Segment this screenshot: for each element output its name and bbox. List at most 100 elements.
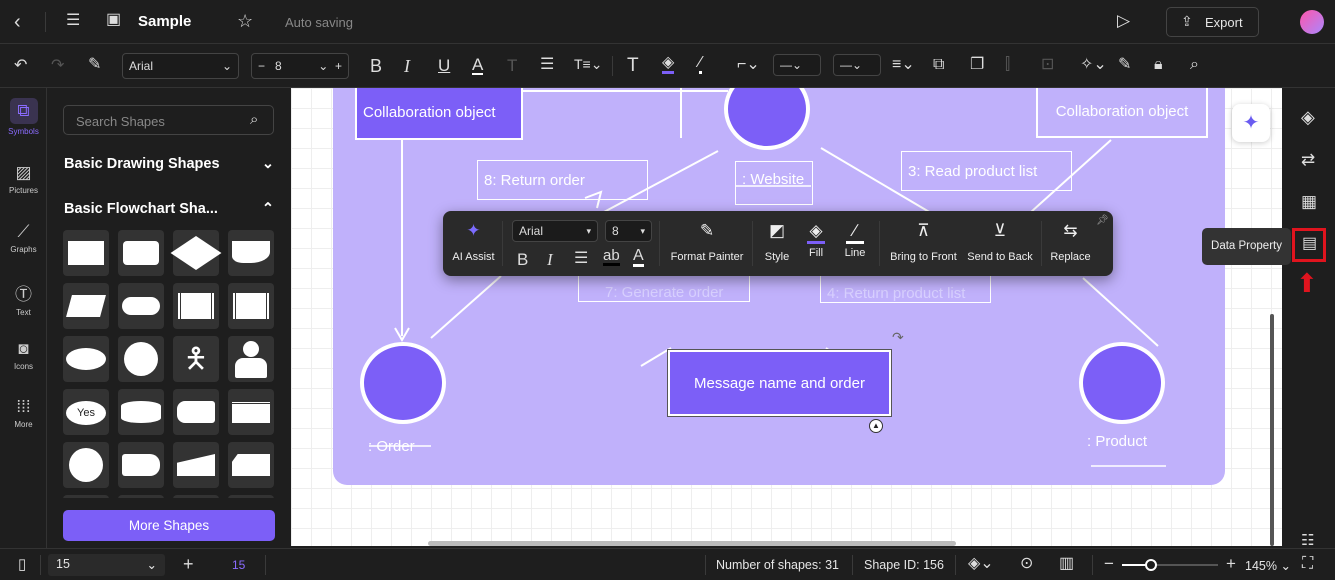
format-painter-button[interactable]: ✎ Format Painter [667, 221, 747, 263]
fullscreen-icon[interactable]: ⛶ [1302, 556, 1313, 572]
shape-decision[interactable] [170, 230, 222, 276]
strikethrough-icon[interactable]: T [507, 57, 517, 74]
layers-icon[interactable]: ◈⌄ [968, 556, 994, 572]
star-icon[interactable]: ☆ [237, 12, 253, 30]
shape-more[interactable] [118, 495, 164, 498]
group-icon[interactable]: ⧉ [933, 57, 944, 73]
edit-icon[interactable]: ✎ [1118, 57, 1131, 73]
align-shapes-icon[interactable]: ⫿ [1005, 57, 1010, 73]
effects-icon[interactable]: ✧⌄ [1080, 57, 1107, 73]
line-button[interactable]: ∕ Line [840, 221, 870, 259]
panel-settings-icon[interactable]: ☷ [1301, 533, 1314, 548]
shape-actor[interactable]: 🯅 [173, 336, 219, 382]
pin-icon[interactable]: 📌︎ [1096, 216, 1109, 226]
shape-more[interactable] [173, 495, 219, 498]
fill-button[interactable]: ◈ Fill [801, 221, 831, 259]
align-icon[interactable]: ☰ [574, 251, 588, 267]
horizontal-scrollbar[interactable] [428, 541, 956, 546]
zoom-slider-handle[interactable] [1144, 559, 1157, 571]
shape-more[interactable] [228, 495, 274, 498]
data-property-button[interactable]: ▤ [1292, 228, 1326, 262]
zoom-slider[interactable] [1122, 559, 1218, 571]
rail-symbols[interactable]: ⧉ Symbols [0, 98, 47, 136]
transform-icon[interactable]: ⇄ [1301, 151, 1315, 168]
line-end-select[interactable]: —⌄ [833, 54, 881, 76]
style-button[interactable]: ◩ Style [761, 221, 793, 263]
shape-card[interactable] [228, 389, 274, 435]
line-color-icon[interactable]: ∕ [699, 55, 702, 74]
redo-icon[interactable]: ↷ [51, 58, 64, 74]
shape-stored-data[interactable] [173, 389, 219, 435]
floating-font-select[interactable]: Arial ▾ [512, 220, 598, 242]
font-color-icon[interactable]: A [633, 248, 644, 267]
product-label[interactable]: : Product [1087, 433, 1147, 450]
export-button[interactable]: ⇪ Export [1166, 7, 1259, 37]
rail-graphs[interactable]: ⟋ Graphs [0, 222, 47, 254]
rail-text[interactable]: Ⓣ Text [0, 280, 47, 317]
lock-icon[interactable]: 🔒︎ [1154, 57, 1163, 73]
align-icon[interactable]: ☰ [540, 57, 554, 73]
distribute-icon[interactable]: ⊡ [1041, 57, 1054, 73]
font-select[interactable]: Arial ⌄ [122, 53, 239, 79]
rotate-handle-icon[interactable]: ↷ [892, 330, 904, 344]
underline-icon[interactable]: U [438, 57, 450, 74]
zoom-out-icon[interactable]: − [1104, 555, 1114, 572]
bold-icon[interactable]: B [370, 57, 382, 75]
shape-circle[interactable] [118, 336, 164, 382]
send-to-back-button[interactable]: ⊻ Send to Back [964, 221, 1036, 263]
bring-to-front-button[interactable]: ⊼ Bring to Front [886, 221, 961, 263]
connector-icon[interactable]: ⌐⌄ [737, 57, 760, 73]
product-lifeline[interactable] [1079, 342, 1165, 424]
back-icon[interactable]: ‹ [14, 12, 21, 32]
page-select[interactable]: 15 ⌄ [48, 554, 165, 576]
zoom-level[interactable]: 145% ⌄ [1245, 558, 1291, 573]
order-label[interactable]: : Order [368, 438, 415, 455]
return-order-message[interactable]: 8: Return order [477, 160, 648, 200]
more-shapes-button[interactable]: More Shapes [63, 510, 275, 541]
page-panel-icon[interactable]: ▯ [18, 557, 26, 572]
shape-predefined-process[interactable] [173, 283, 219, 329]
zoom-in-icon[interactable]: + [1226, 555, 1236, 572]
font-color-icon[interactable]: A [472, 56, 484, 75]
highlight-icon[interactable]: ab [603, 248, 620, 266]
shape-person[interactable] [228, 336, 274, 382]
canvas[interactable]: Collaboration object Collaboration objec… [291, 88, 1282, 546]
shape-terminator[interactable] [118, 283, 164, 329]
shape-connector[interactable] [63, 442, 109, 488]
floating-size-select[interactable]: 8 ▾ [605, 220, 652, 242]
replace-button[interactable]: ⇆ Replace [1048, 221, 1093, 263]
italic-icon[interactable]: I [547, 251, 553, 268]
text-tool-icon[interactable]: T [627, 56, 639, 75]
add-page-icon[interactable]: + [183, 555, 194, 573]
fill-icon[interactable]: ◈ [662, 55, 675, 74]
document-title[interactable]: Sample [138, 13, 191, 30]
vertical-scrollbar[interactable] [1270, 314, 1274, 546]
shape-more[interactable] [63, 495, 109, 498]
rail-icons[interactable]: ◙ Icons [0, 339, 47, 371]
save-icon[interactable]: ▣ [106, 12, 121, 28]
collaboration-object-left[interactable]: Collaboration object [355, 88, 523, 140]
shape-ellipse[interactable] [63, 336, 109, 382]
shape-internal-storage[interactable] [228, 283, 274, 329]
line-weight-icon[interactable]: ≡⌄ [892, 57, 915, 73]
grid-icon[interactable]: ▦ [1301, 193, 1317, 210]
shape-document[interactable] [228, 230, 274, 276]
italic-icon[interactable]: I [404, 57, 410, 75]
shape-direct-data[interactable] [118, 442, 164, 488]
layer-icon[interactable]: ❐ [970, 57, 984, 73]
page-tab[interactable]: 15 [232, 558, 245, 572]
section-basic-drawing[interactable]: Basic Drawing Shapes ⌄ [64, 156, 274, 172]
section-basic-flowchart[interactable]: Basic Flowchart Sha... ⌃ [64, 201, 274, 217]
message-name-and-order-shape[interactable]: Message name and order [667, 349, 892, 417]
text-spacing-icon[interactable]: T≡⌄ [574, 57, 602, 71]
collaboration-object-right[interactable]: Collaboration object [1036, 88, 1208, 138]
read-product-list-message[interactable]: 3: Read product list [901, 151, 1072, 191]
collapse-handle-icon[interactable]: ▲ [869, 419, 883, 433]
shape-manual-input[interactable] [173, 442, 219, 488]
font-size-stepper[interactable]: − 8 ⌄ + [251, 53, 349, 79]
fill-panel-icon[interactable]: ◈ [1301, 108, 1315, 126]
play-icon[interactable]: ▷ [1117, 12, 1130, 29]
map-icon[interactable]: ▥ [1059, 556, 1074, 572]
focus-icon[interactable]: ⊙ [1020, 556, 1033, 572]
avatar[interactable] [1300, 10, 1324, 34]
